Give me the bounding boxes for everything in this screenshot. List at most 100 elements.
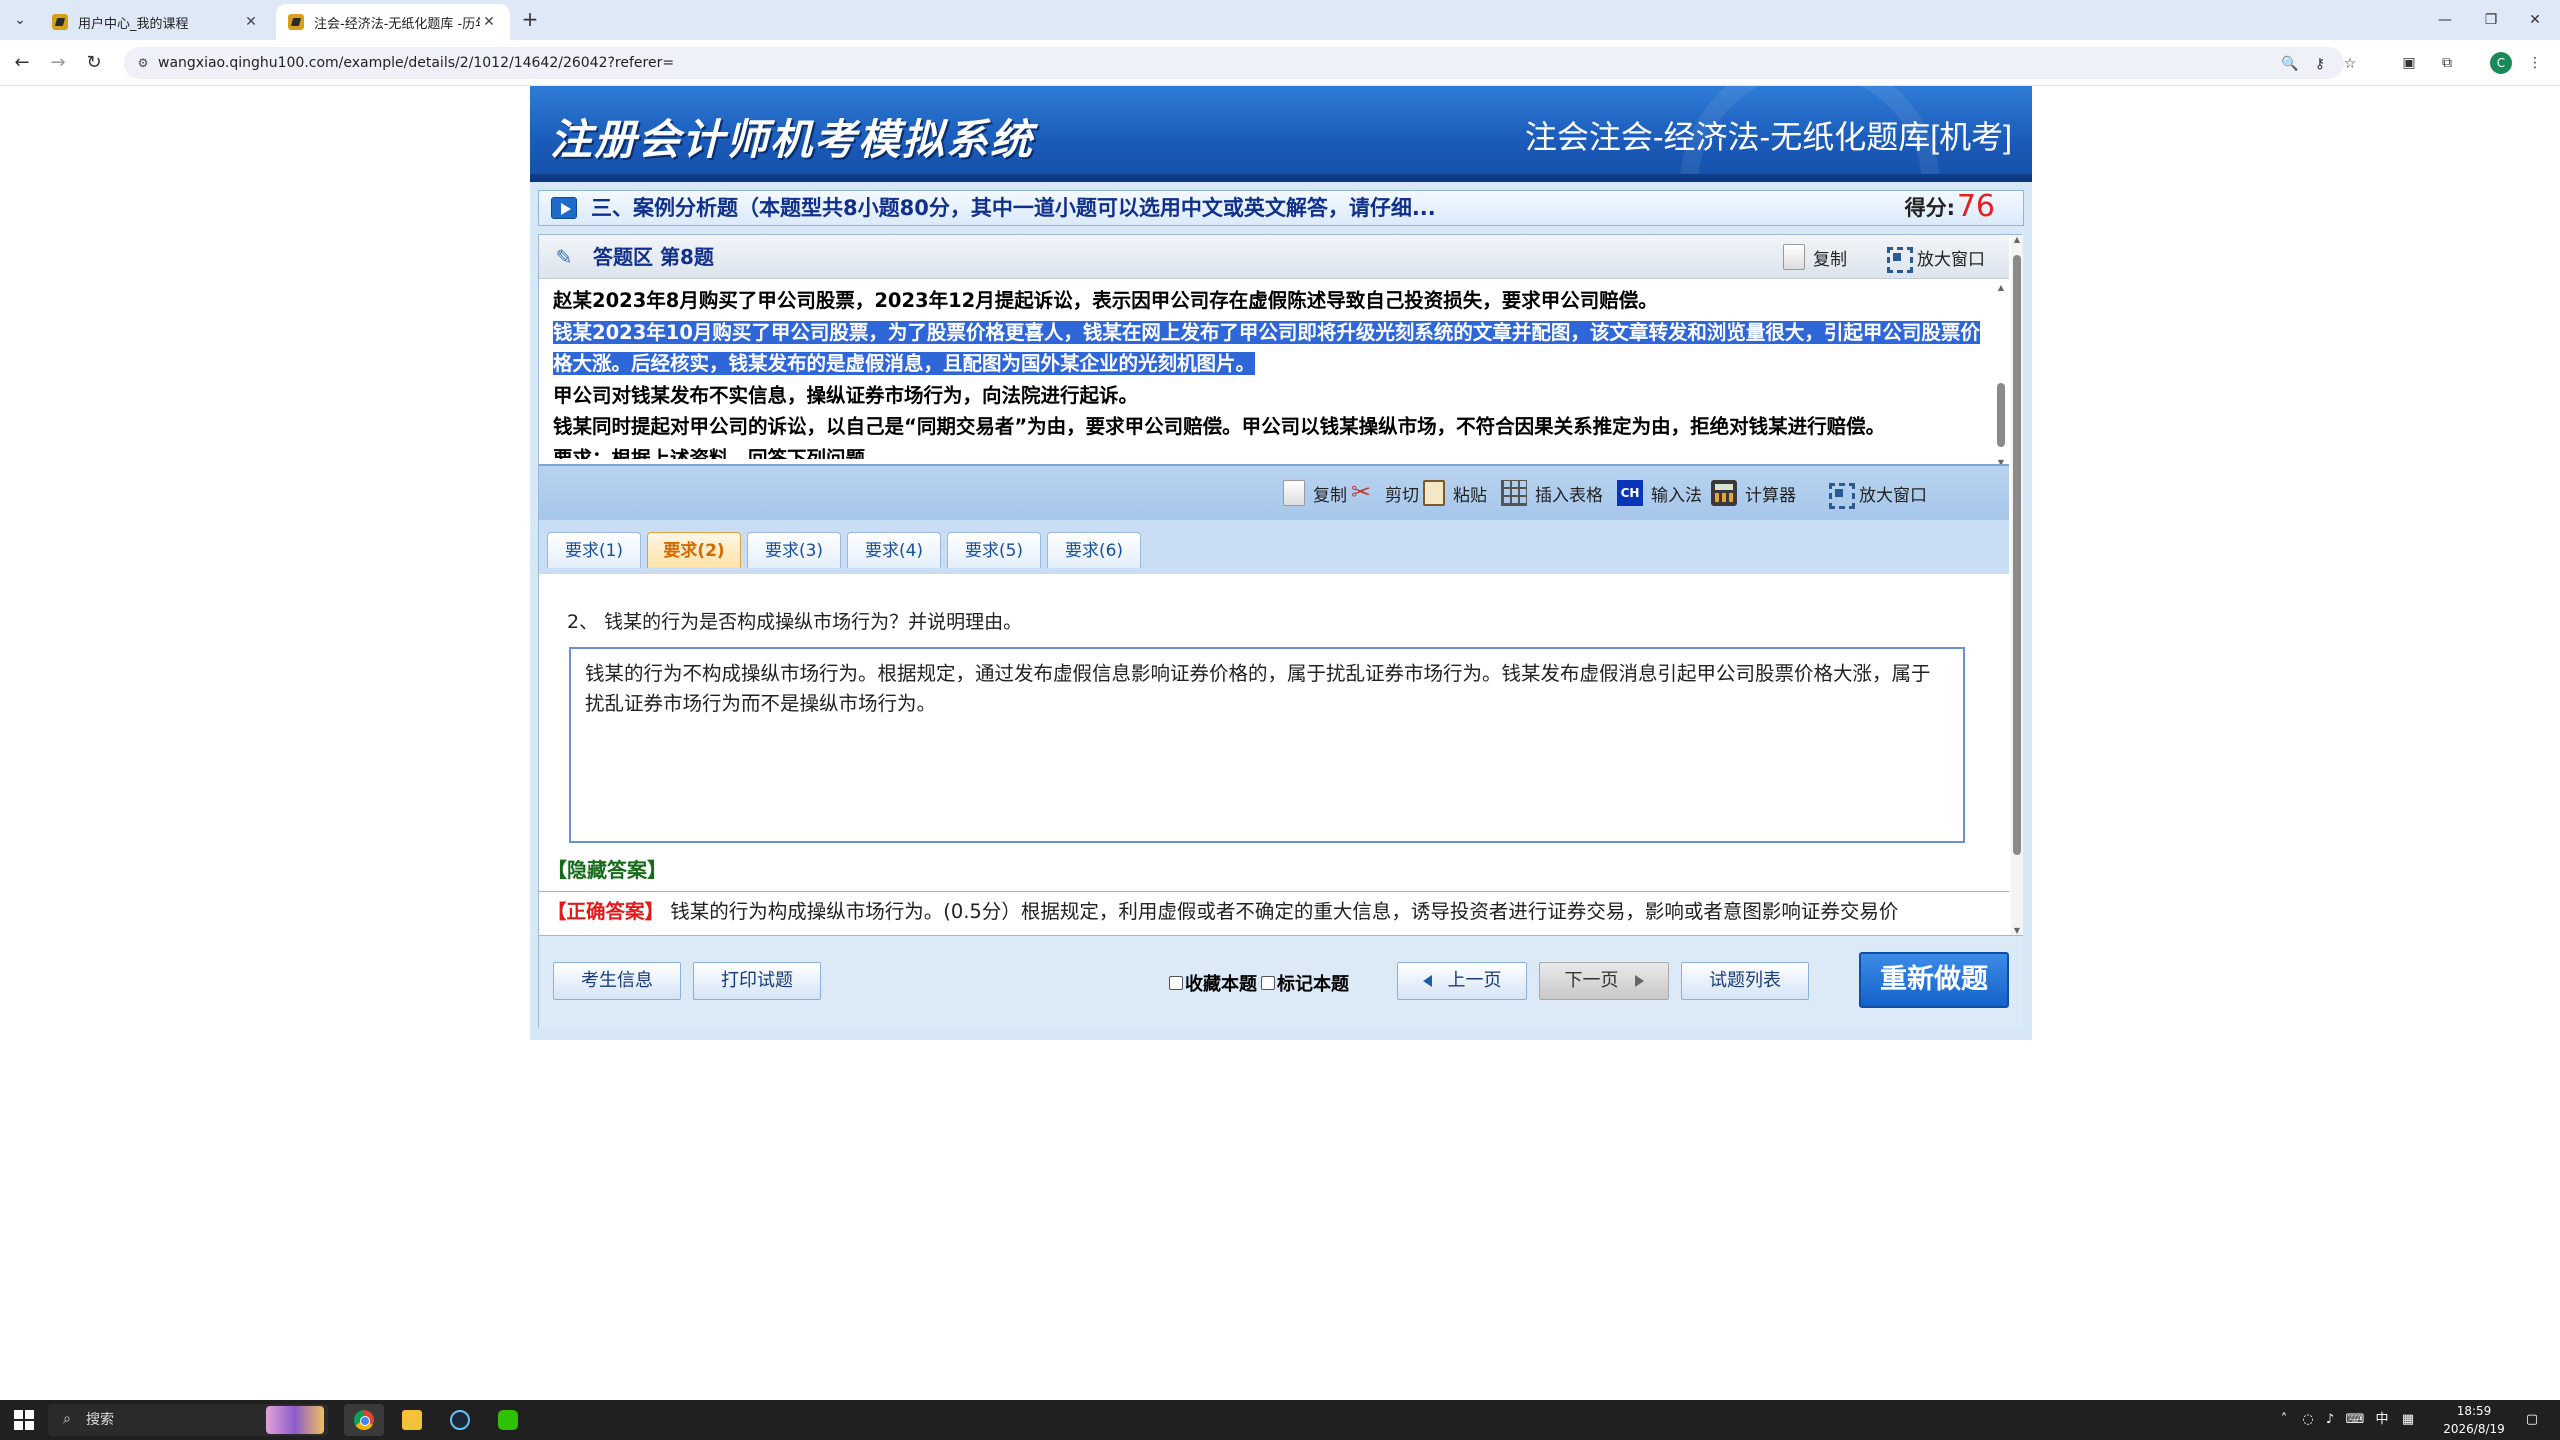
- score-value: 76: [1956, 189, 1995, 224]
- next-label: 下一页: [1564, 970, 1619, 991]
- answer-textarea[interactable]: 钱某的行为不构成操纵市场行为。根据规定，通过发布虚假信息影响证券价格的，属于扰乱…: [569, 647, 1965, 843]
- profile-avatar[interactable]: C: [2490, 52, 2512, 74]
- scroll-thumb[interactable]: [1997, 383, 2005, 447]
- minimize-button[interactable]: —: [2430, 6, 2460, 34]
- wechat-taskbar-app[interactable]: [488, 1404, 528, 1436]
- section-header: 三、案例分析题（本题型共8小题80分，其中一道小题可以选用中文或英文解答，请仔细…: [538, 190, 2024, 226]
- table-icon: [1501, 480, 1527, 506]
- answer-area-header: ✎ 答题区 第8题 复制 放大窗口: [539, 235, 2009, 279]
- tab-requirement-2[interactable]: 要求(2): [647, 532, 741, 568]
- scroll-up-icon[interactable]: ▲: [1995, 283, 2007, 292]
- files-taskbar-app[interactable]: [392, 1404, 432, 1436]
- steam-taskbar-app[interactable]: [440, 1404, 480, 1436]
- clock-date: 2026/8/19: [2443, 1422, 2505, 1436]
- scroll-up-icon[interactable]: ▲: [2011, 235, 2023, 244]
- paste-button[interactable]: 粘贴: [1423, 478, 1487, 508]
- editor-toolbar: 复制 剪切 粘贴 插入表格 CH 输入法 计算器: [539, 464, 2009, 520]
- browser-tab-user-center[interactable]: 用户中心_我的课程 ✕: [40, 4, 272, 40]
- left-arrow-icon: [1422, 975, 1432, 987]
- url-field[interactable]: ⚙ wangxiao.qinghu100.com/example/details…: [124, 47, 2356, 79]
- scissors-icon: [1351, 478, 1377, 506]
- question-list-button[interactable]: 试题列表: [1681, 962, 1809, 1000]
- enlarge-editor-button[interactable]: 放大窗口: [1827, 478, 1927, 509]
- prev-label: 上一页: [1447, 970, 1502, 991]
- bookmark-star-icon[interactable]: ☆: [2340, 54, 2360, 74]
- scroll-thumb[interactable]: [2013, 255, 2021, 855]
- enlarge-question-button[interactable]: 放大窗口: [1885, 243, 1985, 273]
- checkbox-box[interactable]: [1261, 976, 1275, 990]
- tab-close-icon[interactable]: ✕: [480, 14, 498, 30]
- correct-answer: 【正确答案】 钱某的行为构成操纵市场行为。(0.5分）根据规定，利用虚假或者不确…: [539, 891, 2009, 935]
- pen-icon: ✎: [555, 245, 573, 269]
- copy-label: 复制: [1313, 485, 1347, 506]
- hide-answer-link[interactable]: 【隐藏答案】: [547, 855, 667, 885]
- keyboard-icon[interactable]: ⌨: [2342, 1400, 2368, 1440]
- tab-requirement-5[interactable]: 要求(5): [947, 532, 1041, 568]
- new-tab-button[interactable]: +: [518, 8, 542, 32]
- system-clock[interactable]: 18:59 2026/8/19: [2436, 1402, 2512, 1438]
- chrome-taskbar-app[interactable]: [344, 1404, 384, 1436]
- question-paragraph: 甲公司对钱某发布不实信息，操纵证券市场行为，向法院进行起诉。: [553, 383, 1139, 407]
- question-paragraph: 赵某2023年8月购买了甲公司股票，2023年12月提起诉讼，表示因甲公司存在虚…: [553, 289, 1658, 312]
- calculator-button[interactable]: 计算器: [1711, 478, 1796, 508]
- network-icon[interactable]: ◌: [2298, 1400, 2318, 1440]
- windows-start-icon[interactable]: [14, 1410, 34, 1430]
- tab-requirement-4[interactable]: 要求(4): [847, 532, 941, 568]
- volume-icon[interactable]: ♪: [2320, 1400, 2340, 1440]
- tab-requirement-1[interactable]: 要求(1): [547, 532, 641, 568]
- taskbar-search[interactable]: ⌕ 搜索: [48, 1404, 328, 1436]
- browser-menu-icon[interactable]: ⋮: [2524, 52, 2546, 74]
- question-paragraph-selected: 钱某2023年10月购买了甲公司股票，为了股票价格更喜人，钱某在网上发布了甲公司…: [553, 317, 1995, 380]
- question-text: 赵某2023年8月购买了甲公司股票，2023年12月提起诉讼，表示因甲公司存在虚…: [539, 279, 2009, 459]
- calendar-grid-icon[interactable]: ▦: [2398, 1400, 2418, 1440]
- mark-checkbox[interactable]: 标记本题: [1261, 970, 1349, 996]
- play-icon: [551, 197, 577, 219]
- exam-banner: 注册会计师机考模拟系统 注会注会-经济法-无纸化题库[机考]: [530, 86, 2032, 182]
- expand-icon: [1885, 245, 1913, 273]
- insert-table-button[interactable]: 插入表格: [1501, 478, 1603, 508]
- extensions-puzzle-icon[interactable]: ⧉: [2436, 52, 2458, 74]
- forward-arrow-icon[interactable]: →: [46, 51, 70, 75]
- ime-indicator[interactable]: 中: [2372, 1400, 2392, 1440]
- browser-tab-exam[interactable]: 注会-经济法-无纸化题库 -历年 ✕: [276, 4, 510, 40]
- clipboard-icon: [1423, 480, 1445, 506]
- insert-table-label: 插入表格: [1535, 485, 1603, 506]
- tab-requirement-6[interactable]: 要求(6): [1047, 532, 1141, 568]
- question-panel: ✎ 答题区 第8题 复制 放大窗口 赵某2023年8月购买了甲公司股票，2023…: [538, 234, 2023, 1029]
- subject-title: 注会注会-经济法-无纸化题库[机考]: [1524, 119, 2012, 155]
- zoom-icon[interactable]: 🔍: [2280, 54, 2300, 74]
- copy-question-button[interactable]: 复制: [1783, 243, 1847, 271]
- steam-icon: [450, 1410, 470, 1430]
- panel-scrollbar[interactable]: ▲ ▼: [2011, 235, 2023, 935]
- next-page-button[interactable]: 下一页: [1539, 962, 1669, 1000]
- favorite-checkbox[interactable]: 收藏本题: [1169, 970, 1257, 996]
- scroll-down-icon[interactable]: ▼: [2011, 926, 2023, 935]
- prev-page-button[interactable]: 上一页: [1397, 962, 1527, 1000]
- address-bar-row: ← → ↻ ⚙ wangxiao.qinghu100.com/example/d…: [0, 40, 2560, 86]
- site-info-icon[interactable]: ⚙: [134, 54, 152, 72]
- tab-close-icon[interactable]: ✕: [242, 14, 260, 30]
- media-icon[interactable]: ▣: [2398, 52, 2420, 74]
- copy-icon: [1783, 244, 1805, 270]
- close-window-button[interactable]: ✕: [2520, 6, 2550, 34]
- notification-icon[interactable]: ▢: [2520, 1400, 2544, 1440]
- copy-button[interactable]: 复制: [1283, 478, 1347, 508]
- ime-button[interactable]: CH 输入法: [1617, 478, 1702, 508]
- reload-icon[interactable]: ↻: [82, 51, 106, 75]
- redo-button[interactable]: 重新做题: [1859, 952, 2009, 1008]
- search-highlight-image: [266, 1406, 324, 1434]
- print-button[interactable]: 打印试题: [693, 962, 821, 1000]
- score-label: 得分:: [1904, 196, 1955, 220]
- tray-overflow-icon[interactable]: ˄: [2274, 1400, 2294, 1440]
- cut-label: 剪切: [1385, 485, 1419, 506]
- question-scrollbar[interactable]: ▲ ▼: [1995, 283, 2007, 467]
- candidate-info-button[interactable]: 考生信息: [553, 962, 681, 1000]
- restore-button[interactable]: ❐: [2476, 6, 2506, 34]
- mark-label: 标记本题: [1277, 974, 1349, 995]
- checkbox-box[interactable]: [1169, 976, 1183, 990]
- back-arrow-icon[interactable]: ←: [10, 51, 34, 75]
- cut-button[interactable]: 剪切: [1351, 478, 1419, 508]
- tab-requirement-3[interactable]: 要求(3): [747, 532, 841, 568]
- tab-search-icon[interactable]: ⌄: [8, 8, 32, 32]
- password-key-icon[interactable]: ⚷: [2310, 54, 2330, 74]
